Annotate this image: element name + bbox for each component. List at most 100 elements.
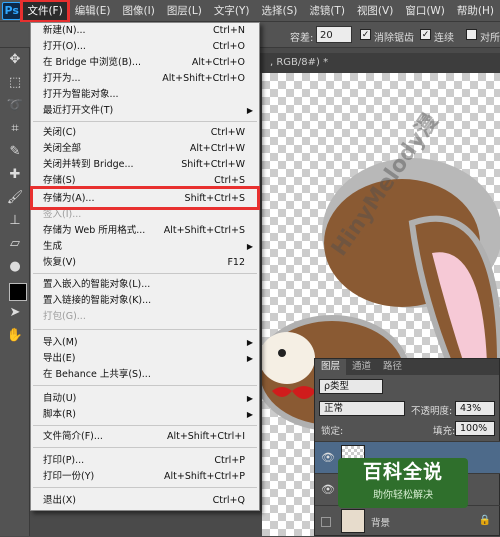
tolerance-input[interactable]: 20	[316, 26, 352, 43]
menu-filter[interactable]: 滤镜(T)	[303, 0, 351, 22]
menu-import[interactable]: 导入(M) ▶	[31, 335, 259, 351]
menu-window[interactable]: 窗口(W)	[399, 0, 451, 22]
menu-generate[interactable]: 生成 ▶	[31, 239, 259, 255]
menu-new-shortcut: Ctrl+N	[213, 25, 245, 36]
menu-new-label: 新建(N)...	[43, 25, 86, 36]
menu-print[interactable]: 打印(P)... Ctrl+P	[31, 453, 259, 469]
menu-layer[interactable]: 图层(L)	[161, 0, 208, 22]
layer-name: 背景	[371, 518, 391, 529]
eyedropper-tool-icon[interactable]: ✎	[0, 140, 30, 163]
menu-separator	[33, 329, 257, 330]
menu-open-as[interactable]: 打开为... Alt+Shift+Ctrl+O	[31, 71, 259, 87]
menu-place-linked[interactable]: 置入链接的智能对象(K)...	[31, 293, 259, 309]
menu-place-embedded-label: 置入嵌入的智能对象(L)...	[43, 279, 151, 290]
visibility-eye-icon[interactable]: 👁	[321, 451, 335, 464]
antialias-checkbox[interactable]: ✓	[360, 29, 371, 40]
document-tab[interactable]: , RGB/8#) *	[258, 53, 500, 73]
menu-close-all[interactable]: 关闭全部 Alt+Ctrl+W	[31, 141, 259, 157]
baike-subtitle: 助你轻松解决	[373, 490, 433, 501]
menu-type[interactable]: 文字(Y)	[208, 0, 256, 22]
menu-exit[interactable]: 退出(X) Ctrl+Q	[31, 493, 259, 509]
menu-place-embedded[interactable]: 置入嵌入的智能对象(L)...	[31, 277, 259, 293]
lock-icon: 🔒	[478, 515, 491, 526]
antialias-label: 消除锯齿	[374, 33, 414, 44]
menu-place-linked-label: 置入链接的智能对象(K)...	[43, 295, 152, 306]
menu-close-label: 关闭(C)	[43, 127, 77, 138]
layer-filter-select[interactable]: ρ类型	[319, 379, 383, 394]
file-menu-dropdown: 新建(N)... Ctrl+N 打开(O)... Ctrl+O 在 Bridge 中…	[30, 22, 260, 511]
submenu-arrow-icon: ▶	[246, 354, 253, 363]
menu-automate[interactable]: 自动(U) ▶	[31, 391, 259, 407]
menu-close-go-bridge[interactable]: 关闭并转到 Bridge... Shift+Ctrl+W	[31, 157, 259, 173]
menu-view[interactable]: 视图(V)	[351, 0, 399, 22]
tab-channels[interactable]: 通道	[346, 359, 377, 375]
menu-share-behance-label: 在 Behance 上共享(S)...	[43, 369, 151, 380]
layers-panel-tabs: 图层 通道 路径	[315, 359, 499, 375]
blur-tool-icon[interactable]: ●	[0, 255, 30, 278]
menu-open[interactable]: 打开(O)... Ctrl+O	[31, 39, 259, 55]
submenu-arrow-icon: ▶	[246, 410, 253, 419]
menu-file-info-label: 文件简介(F)...	[43, 431, 103, 442]
menu-export[interactable]: 导出(E) ▶	[31, 351, 259, 367]
menu-open-shortcut: Ctrl+O	[212, 41, 245, 52]
menu-open-recent[interactable]: 最近打开文件(T) ▶	[31, 103, 259, 119]
blend-mode-select[interactable]: 正常	[319, 401, 405, 416]
healing-brush-icon[interactable]: ✚	[0, 163, 30, 186]
menu-save-for-web[interactable]: 存储为 Web 所用格式... Alt+Shift+Ctrl+S	[31, 223, 259, 239]
menu-revert-shortcut: F12	[227, 257, 245, 268]
menu-close-all-label: 关闭全部	[43, 143, 82, 154]
fill-input[interactable]: 100%	[455, 421, 495, 436]
hand-tool-icon[interactable]: ✋	[0, 324, 30, 347]
menu-print-one-copy-shortcut: Alt+Shift+Ctrl+P	[164, 471, 245, 482]
stamp-tool-icon[interactable]: ⊥	[0, 209, 30, 232]
path-select-tool-icon[interactable]: ➤	[0, 301, 30, 324]
menu-help[interactable]: 帮助(H)	[451, 0, 500, 22]
menu-separator	[33, 447, 257, 448]
menu-browse-bridge[interactable]: 在 Bridge 中浏览(B)... Alt+Ctrl+O	[31, 55, 259, 71]
tab-paths[interactable]: 路径	[377, 359, 408, 375]
menu-separator	[33, 273, 257, 274]
opacity-input[interactable]: 43%	[455, 401, 495, 416]
move-tool-icon[interactable]: ✥	[0, 48, 30, 71]
menu-open-smart-object[interactable]: 打开为智能对象...	[31, 87, 259, 103]
menu-automate-label: 自动(U)	[43, 393, 77, 404]
menu-new[interactable]: 新建(N)... Ctrl+N	[31, 23, 259, 39]
menu-close[interactable]: 关闭(C) Ctrl+W	[31, 125, 259, 141]
tab-layers[interactable]: 图层	[315, 359, 347, 375]
menu-open-recent-label: 最近打开文件(T)	[43, 105, 114, 116]
contiguous-checkbox[interactable]: ✓	[420, 29, 431, 40]
eraser-tool-icon[interactable]: ▱	[0, 232, 30, 255]
menu-scripts[interactable]: 脚本(R) ▶	[31, 407, 259, 423]
submenu-arrow-icon: ▶	[246, 338, 253, 347]
crop-tool-icon[interactable]: ⌗	[0, 117, 30, 140]
tolerance-label: 容差:	[290, 33, 314, 44]
sample-all-checkbox[interactable]	[466, 29, 477, 40]
save-as-highlight-box	[30, 186, 260, 210]
menu-share-behance[interactable]: 在 Behance 上共享(S)...	[31, 367, 259, 383]
menu-select[interactable]: 选择(S)	[255, 0, 303, 22]
menu-file-info-shortcut: Alt+Shift+Ctrl+I	[166, 431, 245, 442]
menu-print-one-copy[interactable]: 打印一份(Y) Alt+Shift+Ctrl+P	[31, 469, 259, 485]
marquee-tool-icon[interactable]: ⬚	[0, 71, 30, 94]
menu-package: 打包(G)...	[31, 309, 259, 325]
fill-label: 填充:	[433, 426, 456, 437]
brush-tool-icon[interactable]: 🖌	[0, 186, 30, 209]
opacity-label: 不透明度:	[411, 406, 453, 417]
menu-separator	[33, 385, 257, 386]
menu-revert[interactable]: 恢复(V) F12	[31, 255, 259, 271]
foreground-color-swatch[interactable]	[9, 283, 27, 301]
layer-row[interactable]: 背景 🔒	[315, 505, 500, 537]
lasso-tool-icon[interactable]: ➰	[0, 94, 30, 117]
sample-all-label: 对所	[480, 33, 500, 44]
menu-file-info[interactable]: 文件简介(F)... Alt+Shift+Ctrl+I	[31, 429, 259, 445]
menu-browse-bridge-shortcut: Alt+Ctrl+O	[191, 57, 245, 68]
menu-image[interactable]: 图像(I)	[117, 0, 161, 22]
layers-panel: 图层 通道 路径 ρ类型 正常 不透明度: 43% 锁定: 填充: 100% 👁…	[314, 358, 500, 536]
visibility-toggle-empty-icon[interactable]	[321, 517, 331, 527]
tools-panel: ✥ ⬚ ➰ ⌗ ✎ ✚ 🖌 ⊥ ▱ ● ✒ ➤ ✋	[0, 48, 33, 536]
lock-label: 锁定:	[321, 426, 344, 437]
menu-edit[interactable]: 编辑(E)	[69, 0, 117, 22]
menu-open-as-label: 打开为...	[43, 73, 81, 84]
menu-file[interactable]: 文件(F)	[20, 0, 70, 23]
visibility-eye-icon[interactable]: 👁	[321, 483, 335, 496]
